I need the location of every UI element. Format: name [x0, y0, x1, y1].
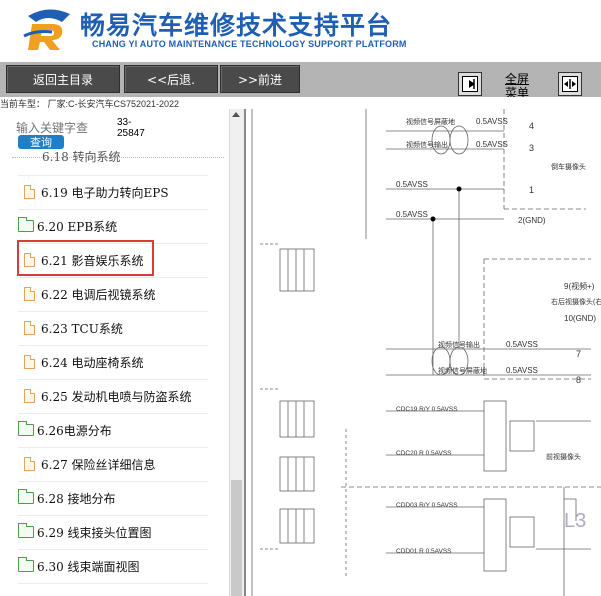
tree-item-label: 6.26电源分布 — [37, 423, 112, 438]
wiring-diagram-canvas: 0.5AVSS 0.5AVSS 0.5AVSS 0.5AVSS 0.5AVSS … — [251, 109, 601, 596]
tree-item-label: 6.25 发动机电喷与防盗系统 — [41, 389, 192, 404]
tree-item-label: 6.29 线束接头位置图 — [37, 525, 152, 540]
signal-label: 视频信号屏蔽地 — [438, 366, 487, 375]
wiring-diagram[interactable]: 0.5AVSS 0.5AVSS 0.5AVSS 0.5AVSS 0.5AVSS … — [244, 109, 601, 596]
signal-label: 视频信号屏蔽地 — [406, 117, 455, 126]
back-button[interactable]: <<后退. — [124, 65, 218, 93]
wire-label: 0.5AVSS — [476, 140, 508, 149]
wire-label: 0.5AVSS — [506, 340, 538, 349]
pin-number: 10(GND) — [564, 314, 596, 323]
tree-item-label: 6.23 TCU系统 — [41, 321, 123, 336]
home-button[interactable]: 返回主目录 — [6, 65, 120, 93]
document-icon — [24, 185, 35, 199]
pin-number: 9(视频+) — [564, 281, 595, 291]
bus-label: CDD01 R 0.5AVSS — [396, 548, 452, 555]
tree-item-label: 6.30 线束端面视图 — [37, 559, 140, 574]
search-button[interactable]: 查询 — [18, 135, 64, 149]
divider — [18, 583, 208, 584]
tree-item-6-30[interactable]: 6.30 线束端面视图 — [18, 549, 140, 583]
document-icon — [24, 389, 35, 403]
document-icon — [24, 287, 35, 301]
tree-item-6-20[interactable]: 6.20 EPB系统 — [18, 209, 117, 243]
document-icon — [24, 457, 35, 471]
document-icon — [24, 355, 35, 369]
folder-icon — [18, 489, 34, 504]
camera-label: 右后视摄像头(右外后视镜) — [551, 297, 601, 306]
sidebar-tree: 查询 33- 25847 6.18 转向系统 6.19 电子助力转向EPS 6.… — [0, 109, 244, 596]
wire-label: 0.5AVSS — [476, 117, 508, 126]
tree-item-6-26[interactable]: 6.26电源分布 — [18, 413, 112, 447]
pin-number: 3 — [529, 143, 534, 153]
fullscreen-label: 全屏 — [504, 72, 529, 86]
tree-item-6-29[interactable]: 6.29 线束接头位置图 — [18, 515, 152, 549]
corner-label: L3 — [564, 510, 586, 532]
wire-label: 0.5AVSS — [506, 366, 538, 375]
brand-title-en: CHANG YI AUTO MAINTENANCE TECHNOLOGY SUP… — [92, 39, 407, 49]
tree-item-label: 6.24 电动座椅系统 — [41, 355, 144, 370]
tree-item-6-22[interactable]: 6.22 电调后视镜系统 — [24, 277, 156, 311]
folder-icon — [18, 421, 34, 436]
tree-item-label: 6.20 EPB系统 — [37, 219, 118, 234]
folder-icon — [18, 217, 34, 232]
wire-label: 0.5AVSS — [396, 180, 428, 189]
tree-item-6-27[interactable]: 6.27 保险丝详细信息 — [24, 447, 156, 481]
tree-item-6-23[interactable]: 6.23 TCU系统 — [24, 311, 123, 345]
tree-item-label: 6.28 接地分布 — [37, 491, 116, 506]
pin-number: 7 — [576, 349, 581, 359]
pin-number: 1 — [529, 185, 534, 195]
forward-button[interactable]: >>前进 — [220, 65, 300, 93]
selected-item-highlight — [17, 240, 154, 276]
folder-icon — [18, 523, 34, 538]
code-display: 33- 25847 — [117, 117, 145, 139]
document-icon — [24, 321, 35, 335]
fullscreen-menu-link[interactable]: 全屏 菜单 — [503, 72, 531, 100]
folder-icon — [18, 557, 34, 572]
bus-label: CDD03 R/Y 0.5AVSS — [396, 502, 458, 509]
tree-item-6-24[interactable]: 6.24 电动座椅系统 — [24, 345, 144, 379]
signal-label: 视频信号输出 — [438, 340, 480, 349]
signal-label: 视频信号输出 — [406, 140, 448, 149]
pin-number: 8 — [576, 375, 581, 385]
bus-label: CDC19 R/Y 0.5AVSS — [396, 406, 458, 413]
tree-item-label: 6.22 电调后视镜系统 — [41, 287, 156, 302]
tree-item-label: 6.19 电子助力转向EPS — [41, 185, 169, 200]
tree-item-6-25[interactable]: 6.25 发动机电喷与防盗系统 — [24, 379, 192, 413]
code-line-1: 33- — [117, 117, 132, 128]
tree-item-6-19[interactable]: 6.19 电子助力转向EPS — [24, 175, 169, 209]
tree-item-label: 6.27 保险丝详细信息 — [41, 457, 156, 472]
scrollbar-thumb[interactable] — [231, 480, 242, 596]
tree-item-label: 6.18 转向系统 — [42, 151, 121, 164]
tree-item-partial[interactable]: 6.18 转向系统 — [42, 151, 121, 165]
camera-label: 倒车摄像头 — [551, 162, 586, 171]
changyi-logo-icon — [23, 9, 70, 50]
pin-number: 4 — [529, 121, 534, 131]
brand-title-cn: 畅易汽车维修技术支持平台 — [80, 11, 393, 40]
bus-label: CDC20 R 0.5AVSS — [396, 450, 452, 457]
wire-label: 0.5AVSS — [396, 210, 428, 219]
app-header: 畅易汽车维修技术支持平台 CHANG YI AUTO MAINTENANCE T… — [0, 0, 601, 62]
scroll-up-arrow-icon[interactable] — [232, 112, 240, 117]
pin-number: 2(GND) — [518, 216, 546, 225]
toggle-split-icon[interactable] — [558, 72, 582, 96]
expand-right-icon[interactable] — [458, 72, 482, 96]
code-line-2: 25847 — [117, 128, 145, 139]
tree-item-6-28[interactable]: 6.28 接地分布 — [18, 481, 116, 515]
camera-label: 前视摄像头 — [546, 452, 581, 461]
